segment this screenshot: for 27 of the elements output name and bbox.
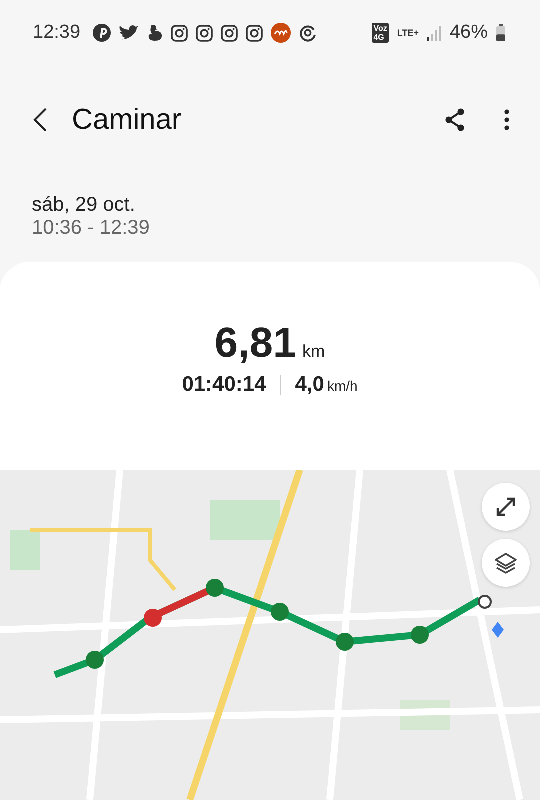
duck-icon (146, 24, 163, 42)
distance-value: 6,81 (214, 319, 297, 367)
camera-icon (196, 24, 213, 42)
session-time-range: 10:36 - 12:39 (32, 217, 151, 240)
battery-percent: 46% (450, 22, 488, 44)
session-date: sáb, 29 oct. (32, 194, 136, 217)
lte-label: LTE+ (397, 28, 419, 38)
back-icon (32, 107, 48, 133)
speed-unit: km/h (327, 378, 358, 394)
expand-icon (495, 496, 517, 518)
camera-icon (170, 24, 188, 42)
bird-icon (118, 24, 139, 42)
app-icon (270, 23, 291, 43)
speed-value: 4,0 (295, 373, 324, 397)
camera-icon (220, 24, 238, 42)
sync-icon (298, 24, 317, 42)
share-icon (444, 108, 466, 132)
battery-icon (496, 24, 506, 42)
signal-icon (426, 26, 442, 40)
more-icon (504, 109, 510, 131)
layers-icon (494, 551, 518, 575)
duration-value: 01:40:14 (182, 373, 266, 397)
page-title: Caminar (72, 104, 183, 136)
network-badge: Voz 4G (372, 23, 390, 43)
distance-unit: km (302, 342, 326, 362)
camera-icon (246, 24, 263, 42)
status-time: 12:39 (33, 22, 81, 44)
